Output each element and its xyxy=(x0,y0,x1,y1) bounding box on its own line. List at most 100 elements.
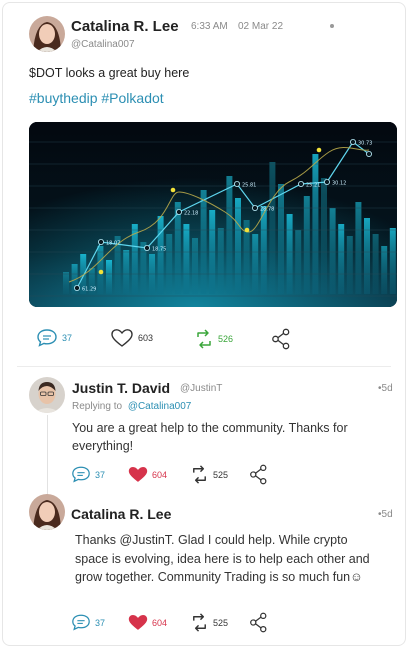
like-button[interactable]: 604 xyxy=(127,465,167,484)
chart-bar xyxy=(123,250,130,294)
chart-bar xyxy=(295,230,302,294)
comment-button[interactable]: 37 xyxy=(71,613,105,632)
chart-point-label: 25.81 xyxy=(242,183,256,189)
share-button[interactable] xyxy=(249,612,268,633)
chart-bar xyxy=(269,162,276,294)
chart-bar xyxy=(226,176,233,294)
chart-point xyxy=(74,284,81,291)
chart-bar xyxy=(260,206,267,294)
like-count: 604 xyxy=(152,617,168,628)
post-handle[interactable]: @Catalina007 xyxy=(71,39,135,50)
chart-point xyxy=(233,181,240,188)
like-count: 603 xyxy=(138,333,154,343)
chart-bar xyxy=(278,184,284,294)
comment-button[interactable]: 37 xyxy=(71,465,105,484)
chart-bar xyxy=(183,224,190,294)
chart-bar xyxy=(329,208,336,294)
chart-point-label: 25.21 xyxy=(306,183,320,189)
tweet-card: Catalina R. Lee 6:33 AM 02 Mar 22 @Catal… xyxy=(2,2,406,646)
reply-age: •5d xyxy=(378,383,393,394)
chart-bar xyxy=(303,196,310,294)
replying-to-label: Replying to xyxy=(72,401,123,412)
chart-bar xyxy=(381,246,388,294)
chart-point xyxy=(98,239,105,246)
chart-bar xyxy=(63,272,69,294)
reply-author-name[interactable]: Justin T. David xyxy=(72,380,170,396)
chart-highlight-point xyxy=(170,187,176,193)
more-options-icon[interactable] xyxy=(330,24,334,28)
chart-bar xyxy=(364,218,370,294)
retweet-count: 525 xyxy=(213,617,229,628)
chart-point-label: 61.29 xyxy=(82,287,96,293)
chart-point-label: 28.78 xyxy=(260,207,274,213)
chart-bar xyxy=(106,260,112,294)
share-icon xyxy=(272,328,290,350)
thread-line xyxy=(47,415,48,503)
chart-bar xyxy=(192,238,198,294)
post-date: 02 Mar 22 xyxy=(238,21,284,32)
chart-highlight-point xyxy=(98,269,104,275)
heart-outline-icon xyxy=(111,329,133,347)
comment-count: 37 xyxy=(95,469,106,480)
retweet-icon xyxy=(197,329,211,349)
share-button[interactable] xyxy=(271,328,291,350)
reply-age-value: 5d xyxy=(381,383,393,394)
crypto-chart-graphic: 61.29 18.07 18.75 22.18 25.81 28.78 25.21 30.12… xyxy=(29,122,397,307)
comment-count: 37 xyxy=(62,333,73,343)
chart-bar xyxy=(338,224,345,294)
comment-icon xyxy=(72,466,90,483)
chart-point xyxy=(251,205,258,212)
comment-icon xyxy=(72,614,90,631)
post-image[interactable]: 61.29 18.07 18.75 22.18 25.81 28.78 25.21 30.12… xyxy=(29,122,397,307)
replying-to: Replying to @Catalina007 xyxy=(72,401,191,412)
retweet-count: 526 xyxy=(218,334,234,344)
chart-point xyxy=(349,138,356,145)
share-icon xyxy=(250,464,267,485)
chart-bar xyxy=(286,214,293,294)
avatar[interactable] xyxy=(29,494,65,530)
retweet-count: 525 xyxy=(213,469,229,480)
divider xyxy=(17,366,391,367)
retweet-icon xyxy=(193,465,206,484)
post-author-name[interactable]: Catalina R. Lee xyxy=(71,18,179,35)
like-button[interactable]: 603 xyxy=(110,328,153,348)
chart-bar xyxy=(200,190,207,294)
chart-point xyxy=(365,150,372,157)
chart-highlight-point xyxy=(244,227,250,233)
post-hashtags[interactable]: #buythedip #Polkadot xyxy=(29,90,164,106)
chart-bar xyxy=(389,228,396,294)
reply-text: Thanks @JustinT. Glad I could help. Whil… xyxy=(75,533,370,584)
chart-point-label: 18.75 xyxy=(152,247,166,253)
reply-age-value: 5d xyxy=(381,509,393,520)
chart-bar xyxy=(355,202,362,294)
share-button[interactable] xyxy=(249,464,268,485)
chart-point xyxy=(297,181,304,188)
comment-icon xyxy=(37,329,57,347)
retweet-button[interactable]: 525 xyxy=(189,612,228,633)
chart-bar xyxy=(235,198,241,294)
chart-bar xyxy=(372,234,379,294)
chart-point xyxy=(323,179,330,186)
reply-age: •5d xyxy=(378,509,393,520)
avatar[interactable] xyxy=(29,16,65,52)
reply-author-name[interactable]: Catalina R. Lee xyxy=(71,506,171,522)
retweet-button[interactable]: 526 xyxy=(193,328,233,350)
chart-point-label: 30.12 xyxy=(332,181,346,187)
like-button[interactable]: 604 xyxy=(127,613,167,632)
chart-bar xyxy=(166,234,173,294)
chart-point-label: 30.73 xyxy=(358,141,372,147)
comment-button[interactable]: 37 xyxy=(36,328,72,348)
retweet-button[interactable]: 525 xyxy=(189,464,228,485)
replying-to-handle[interactable]: @Catalina007 xyxy=(128,401,192,412)
chart-bar xyxy=(217,228,224,294)
chart-bar xyxy=(252,234,259,294)
comment-count: 37 xyxy=(95,617,106,628)
chart-point xyxy=(144,245,151,252)
retweet-icon xyxy=(193,613,206,632)
avatar[interactable] xyxy=(29,377,65,413)
post-text: $DOT looks a great buy here xyxy=(29,66,190,80)
reply-handle[interactable]: @JustinT xyxy=(180,383,222,394)
chart-bar xyxy=(312,154,319,294)
chart-bar xyxy=(346,236,353,294)
share-icon xyxy=(250,612,267,633)
